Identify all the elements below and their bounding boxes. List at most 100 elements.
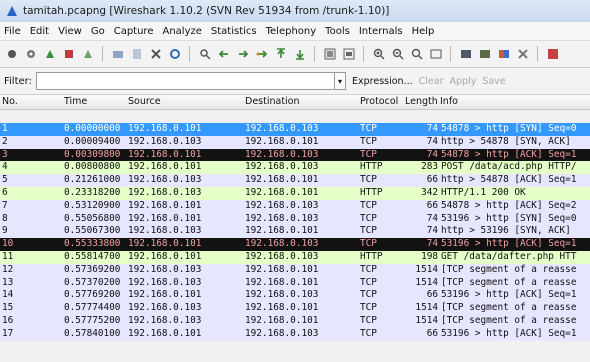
- preferences-icon[interactable]: [515, 47, 530, 62]
- table-row[interactable]: 12 0.57369200 192.168.0.103 192.168.0.101 TC…: [0, 263, 590, 277]
- go-forward-icon[interactable]: [235, 47, 250, 62]
- table-row[interactable]: 16 0.57775200 192.168.0.103 192.168.0.101 TC…: [0, 314, 590, 328]
- packet-destination: 192.168.0.101: [245, 135, 319, 147]
- auto-scroll-icon[interactable]: [341, 47, 356, 62]
- menu-statistics[interactable]: Statistics: [211, 26, 257, 37]
- column-header-length[interactable]: Length: [405, 95, 438, 109]
- table-row[interactable]: 3 0.00309800 192.168.0.101 192.168.0.103 TCP…: [0, 148, 590, 162]
- open-file-icon[interactable]: [110, 47, 125, 62]
- go-back-icon[interactable]: [216, 47, 231, 62]
- packet-protocol: TCP: [360, 289, 377, 301]
- menu-capture[interactable]: Capture: [114, 26, 154, 37]
- packet-protocol: HTTP: [360, 250, 383, 262]
- colorize-icon[interactable]: [322, 47, 337, 62]
- apply-button[interactable]: Apply: [450, 76, 477, 87]
- packet-destination: 192.168.0.101: [245, 174, 319, 186]
- packet-protocol: TCP: [360, 225, 377, 237]
- table-row[interactable]: 15 0.57774400 192.168.0.103 192.168.0.101 TC…: [0, 302, 590, 315]
- table-row[interactable]: 1 0.00000000 192.168.0.101 192.168.0.103 TCP…: [0, 123, 590, 136]
- table-row[interactable]: 17 0.57840100 192.168.0.101 192.168.0.103 TC…: [0, 327, 590, 341]
- table-row[interactable]: 5 0.21261000 192.168.0.103 192.168.0.101 TCP…: [0, 174, 590, 187]
- packet-info: [TCP segment of a reasse: [441, 314, 577, 326]
- filter-dropdown-icon[interactable]: ▾: [335, 72, 346, 90]
- packet-length: 1514: [415, 314, 438, 326]
- menu-telephony[interactable]: Telephony: [266, 26, 317, 37]
- menu-edit[interactable]: Edit: [30, 26, 49, 37]
- close-file-icon[interactable]: [148, 47, 163, 62]
- save-button[interactable]: Save: [482, 76, 505, 87]
- table-row[interactable]: 7 0.53120900 192.168.0.101 192.168.0.103 TCP…: [0, 199, 590, 213]
- menu-go[interactable]: Go: [91, 26, 105, 37]
- packet-length: 66: [426, 327, 438, 339]
- filter-input[interactable]: [36, 72, 335, 90]
- table-row[interactable]: 10 0.55333800 192.168.0.101 192.168.0.103 TC…: [0, 238, 590, 251]
- toolbar-separator: [363, 46, 364, 62]
- packet-destination: 192.168.0.103: [245, 199, 319, 211]
- menu-file[interactable]: File: [4, 26, 21, 37]
- packet-protocol: HTTP: [360, 161, 383, 173]
- column-header-info[interactable]: Info: [440, 95, 458, 109]
- table-row[interactable]: 8 0.55056800 192.168.0.101 192.168.0.103 TCP…: [0, 212, 590, 226]
- packet-destination: 192.168.0.101: [245, 263, 319, 275]
- table-row[interactable]: 6 0.23318200 192.168.0.103 192.168.0.101 HTT…: [0, 186, 590, 200]
- table-row[interactable]: 2 0.00009400 192.168.0.103 192.168.0.101 TCP…: [0, 135, 590, 149]
- coloring-rules-icon[interactable]: [496, 47, 511, 62]
- capture-options-icon[interactable]: [23, 47, 38, 62]
- expression-button[interactable]: Expression...: [352, 76, 413, 87]
- main-toolbar: [0, 41, 590, 68]
- packet-protocol: TCP: [360, 314, 377, 326]
- clear-button[interactable]: Clear: [419, 76, 444, 87]
- packet-length: 74: [426, 148, 438, 160]
- menu-analyze[interactable]: Analyze: [162, 26, 201, 37]
- menu-tools[interactable]: Tools: [325, 26, 350, 37]
- menu-help[interactable]: Help: [412, 26, 435, 37]
- packet-protocol: TCP: [360, 199, 377, 211]
- packet-info: POST /data/acd.php HTTP/: [441, 161, 577, 173]
- interface-list-icon[interactable]: [4, 47, 19, 62]
- zoom-in-icon[interactable]: [371, 47, 386, 62]
- reload-icon[interactable]: [167, 47, 182, 62]
- column-header-protocol[interactable]: Protocol: [360, 95, 404, 109]
- menu-internals[interactable]: Internals: [359, 26, 403, 37]
- stop-capture-icon[interactable]: [61, 47, 76, 62]
- menu-bar: File Edit View Go Capture Analyze Statis…: [0, 22, 590, 41]
- packet-protocol: TCP: [360, 212, 377, 224]
- packet-time: 0.00009400: [64, 135, 121, 147]
- packet-list-header: No. Time Source Destination Protocol Len…: [0, 95, 590, 110]
- resize-columns-icon[interactable]: [428, 47, 443, 62]
- packet-info: 53196 > http [ACK] Seq=1: [441, 327, 577, 339]
- packet-source: 192.168.0.103: [128, 186, 202, 198]
- packet-source: 192.168.0.101: [128, 161, 202, 173]
- packet-source: 192.168.0.103: [128, 174, 202, 186]
- column-header-destination[interactable]: Destination: [245, 95, 357, 109]
- display-filters-icon[interactable]: [477, 47, 492, 62]
- zoom-out-icon[interactable]: [390, 47, 405, 62]
- help-icon[interactable]: [545, 47, 560, 62]
- start-capture-icon[interactable]: [42, 47, 57, 62]
- packet-source: 192.168.0.101: [128, 212, 202, 224]
- find-packet-icon[interactable]: [197, 47, 212, 62]
- packet-protocol: TCP: [360, 238, 377, 250]
- capture-filters-icon[interactable]: [458, 47, 473, 62]
- normal-size-icon[interactable]: [409, 47, 424, 62]
- go-last-icon[interactable]: [292, 47, 307, 62]
- table-row[interactable]: 11 0.55814700 192.168.0.101 192.168.0.103 HT…: [0, 250, 590, 264]
- go-to-packet-icon[interactable]: [254, 47, 269, 62]
- packet-destination: 192.168.0.103: [245, 148, 319, 160]
- table-row[interactable]: 14 0.57769200 192.168.0.101 192.168.0.103 TC…: [0, 289, 590, 303]
- packet-time: 0.57774400: [64, 302, 121, 314]
- column-header-time[interactable]: Time: [64, 95, 130, 109]
- packet-length: 66: [426, 199, 438, 211]
- table-row[interactable]: 4 0.00800800 192.168.0.101 192.168.0.103 HTT…: [0, 161, 590, 175]
- packet-time: 0.00000000: [64, 123, 121, 134]
- column-header-source[interactable]: Source: [128, 95, 242, 109]
- packet-time: 0.57369200: [64, 263, 121, 275]
- restart-capture-icon[interactable]: [80, 47, 95, 62]
- packet-length: 74: [426, 225, 438, 237]
- go-first-icon[interactable]: [273, 47, 288, 62]
- packet-length: 66: [426, 289, 438, 301]
- menu-view[interactable]: View: [58, 26, 82, 37]
- save-file-icon[interactable]: [129, 47, 144, 62]
- table-row[interactable]: 13 0.57370200 192.168.0.103 192.168.0.101 TC…: [0, 276, 590, 290]
- table-row[interactable]: 9 0.55067300 192.168.0.103 192.168.0.101 TCP…: [0, 225, 590, 239]
